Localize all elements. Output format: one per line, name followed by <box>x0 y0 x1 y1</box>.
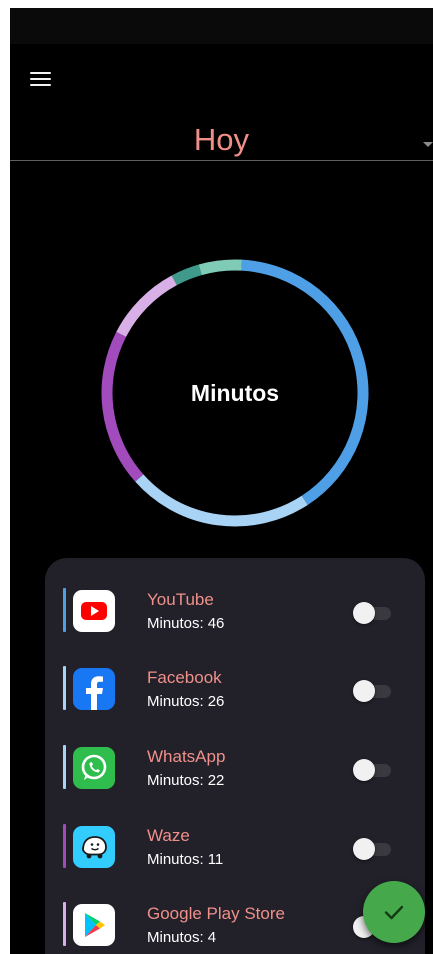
list-item-whatsapp[interactable]: WhatsApp Minutos: 22 <box>45 741 425 801</box>
app-color-bar <box>63 588 66 632</box>
app-color-bar <box>63 745 66 789</box>
app-name: WhatsApp <box>147 747 226 766</box>
app-color-bar <box>63 902 66 946</box>
app-color-bar <box>63 824 66 868</box>
waze-toggle[interactable] <box>353 837 395 861</box>
whatsapp-icon <box>73 747 115 789</box>
app-color-bar <box>63 666 66 710</box>
facebook-toggle[interactable] <box>353 679 395 703</box>
app-name: Facebook <box>147 668 222 687</box>
whatsapp-toggle[interactable] <box>353 758 395 782</box>
status-bar <box>10 8 433 44</box>
youtube-toggle[interactable] <box>353 601 395 625</box>
app-minutes: Minutos: 26 <box>147 693 225 710</box>
app-name: Waze <box>147 826 190 845</box>
app-screen: Hoy Minutos YouTube Minutos: 46 Facebook … <box>10 8 433 954</box>
confirm-fab-button[interactable] <box>363 881 425 943</box>
app-minutes: Minutos: 11 <box>147 851 224 868</box>
chart-center-label: Minutos <box>190 380 280 406</box>
app-name: Google Play Store <box>147 904 285 923</box>
donut-slice-google-play-store <box>171 264 202 286</box>
app-minutes: Minutos: 22 <box>147 772 225 789</box>
donut-slice-waze <box>116 275 178 337</box>
app-minutes: Minutos: 4 <box>147 929 217 946</box>
app-name: YouTube <box>147 590 214 609</box>
facebook-icon <box>73 668 115 710</box>
list-item-waze[interactable]: Waze Minutos: 11 <box>45 820 425 880</box>
youtube-icon <box>73 590 115 632</box>
usage-donut-chart: Minutos <box>100 258 370 528</box>
hamburger-menu-icon[interactable] <box>30 72 52 88</box>
list-item-facebook[interactable]: Facebook Minutos: 26 <box>45 662 425 722</box>
day-dropdown[interactable]: Hoy <box>10 118 433 161</box>
google-play-store-icon <box>73 904 115 946</box>
waze-icon <box>73 826 115 868</box>
app-minutes: Minutos: 46 <box>147 615 225 632</box>
day-dropdown-value: Hoy <box>193 122 250 157</box>
dropdown-arrow-icon <box>423 142 433 147</box>
list-item-youtube[interactable]: YouTube Minutos: 46 <box>45 584 425 644</box>
donut-slice-facebook <box>135 474 308 527</box>
checkmark-icon <box>384 905 404 920</box>
donut-slice-other <box>198 259 242 276</box>
